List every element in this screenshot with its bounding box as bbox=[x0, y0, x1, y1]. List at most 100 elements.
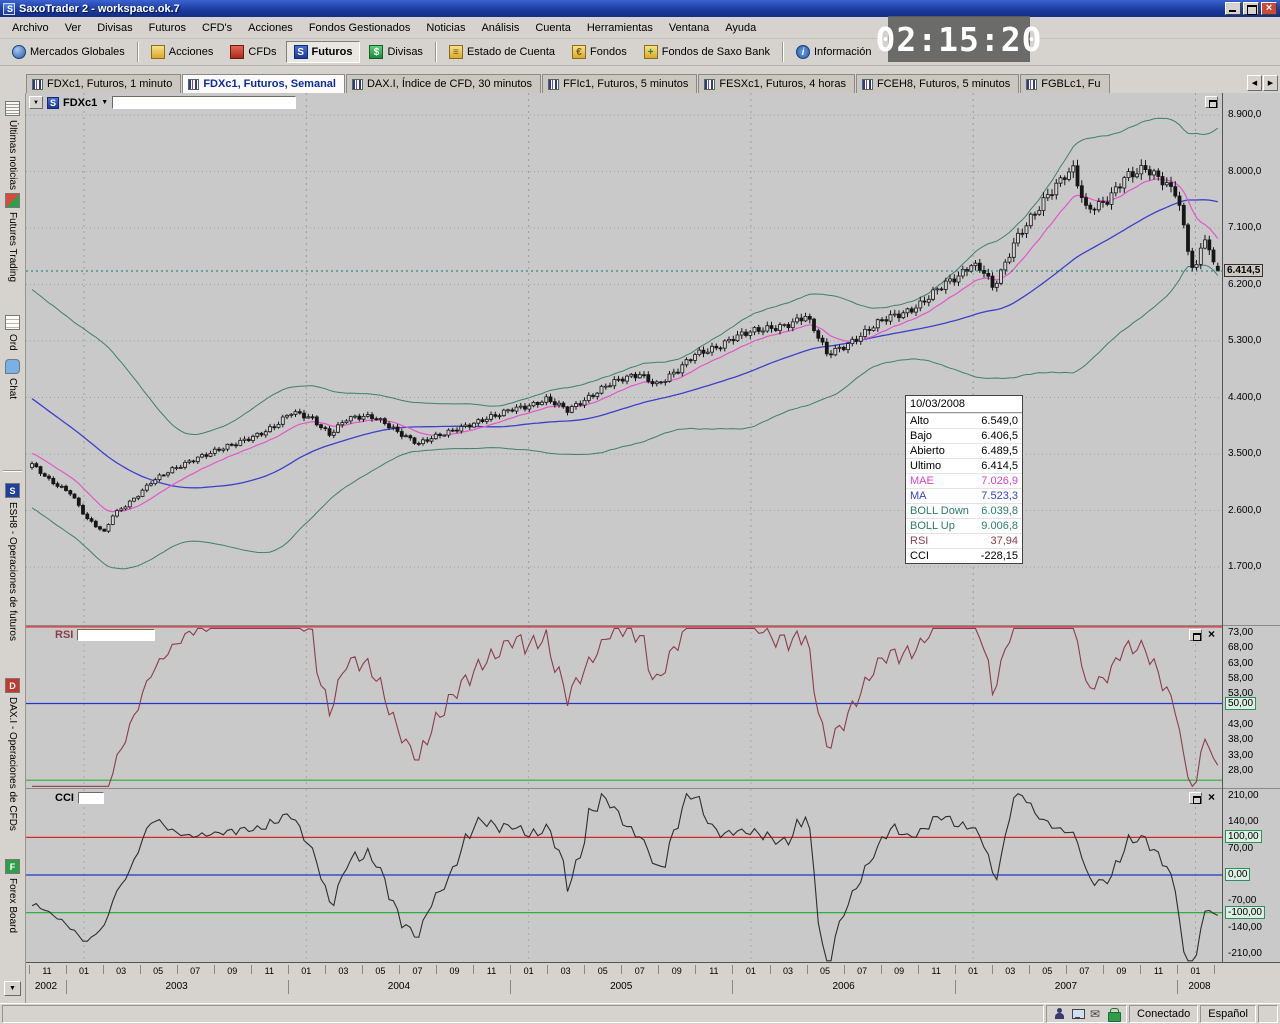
chat-icon bbox=[5, 359, 20, 374]
bottom-strip bbox=[26, 996, 1280, 1003]
menu-item-acciones[interactable]: Acciones bbox=[240, 19, 301, 37]
tab-ffic1-futuros-5-minutos[interactable]: FFIc1, Futuros, 5 minutos bbox=[542, 74, 697, 93]
close-button[interactable] bbox=[1261, 2, 1277, 15]
sidebar-item-ltimas-noticias[interactable]: Últimas noticias bbox=[0, 101, 25, 190]
tab-scroll-right-icon[interactable] bbox=[1263, 75, 1278, 91]
month-tick bbox=[66, 965, 67, 974]
toolbar-button-informaci-n[interactable]: Información bbox=[788, 41, 879, 63]
year-label: 2008 bbox=[1180, 981, 1220, 992]
tab-dax-i-ndice-de-cfd-30-minutos[interactable]: DAX.I, Índice de CFD, 30 minutos bbox=[346, 74, 541, 93]
month-tick bbox=[251, 965, 252, 974]
toolbar-button-cfds[interactable]: CFDs bbox=[222, 41, 284, 63]
month-tick bbox=[288, 965, 289, 974]
toolbar-button-acciones[interactable]: Acciones bbox=[143, 41, 222, 63]
menu-item-archivo[interactable]: Archivo bbox=[4, 19, 57, 37]
rsi-axis-label: 28,00 bbox=[1228, 765, 1253, 776]
sidebar-item-esh8-operaciones-de-futuros[interactable]: ESH8 - Operaciones de futuros bbox=[0, 483, 25, 641]
pane-restore-icon[interactable] bbox=[1189, 629, 1202, 641]
tooltip-row: Ultimo6.414,5 bbox=[906, 458, 1022, 473]
sidebar-item-chat[interactable]: Chat bbox=[0, 359, 25, 399]
mae-line bbox=[32, 179, 1218, 512]
menu-item-noticias[interactable]: Noticias bbox=[418, 19, 473, 37]
tab-fesxc1-futuros-4-horas[interactable]: FESXc1, Futuros, 4 horas bbox=[698, 74, 855, 93]
cci-pane-header: CCI bbox=[29, 792, 104, 804]
chart-dropdown-button[interactable] bbox=[29, 96, 43, 109]
month-tick bbox=[140, 965, 141, 974]
toolbar-button-estado-de-cuenta[interactable]: Estado de Cuenta bbox=[441, 41, 563, 63]
pane-close-icon[interactable] bbox=[1205, 792, 1218, 804]
maximize-button[interactable] bbox=[1243, 2, 1259, 15]
cci-chart[interactable] bbox=[26, 789, 1222, 962]
year-gridlines bbox=[84, 93, 1196, 625]
tab-fdxc1-futuros-semanal[interactable]: FDXc1, Futuros, Semanal bbox=[182, 74, 345, 93]
sidebar-scroll-button[interactable] bbox=[4, 981, 21, 996]
tab-fdxc1-futuros-1-minuto[interactable]: FDXc1, Futuros, 1 minuto bbox=[26, 74, 181, 93]
month-tick bbox=[1029, 965, 1030, 974]
pane-restore-icon[interactable] bbox=[1205, 96, 1218, 108]
rsi-pane[interactable]: RSI 73,0068,0063,0058,0053,0050,0043,003… bbox=[26, 625, 1280, 788]
monitor-icon[interactable] bbox=[1072, 1008, 1083, 1020]
month-label: 03 bbox=[557, 966, 575, 976]
menu-item-ventana[interactable]: Ventana bbox=[661, 19, 717, 37]
tooltip-row: Abierto6.489,5 bbox=[906, 443, 1022, 458]
rsi-chart[interactable] bbox=[26, 626, 1222, 788]
month-tick bbox=[436, 965, 437, 974]
toolbar-button-futuros[interactable]: Futuros bbox=[286, 41, 361, 63]
month-label: 01 bbox=[520, 966, 538, 976]
tab-fgblc1-fu[interactable]: FGBLc1, Fu bbox=[1020, 74, 1109, 93]
chart-icon bbox=[548, 79, 559, 90]
month-label: 05 bbox=[594, 966, 612, 976]
menu-item-an-lisis[interactable]: Análisis bbox=[473, 19, 527, 37]
rsi-input[interactable] bbox=[77, 629, 155, 641]
toolbar-button-divisas[interactable]: Divisas bbox=[361, 41, 430, 63]
price-pane-header: FDXc1 bbox=[29, 96, 296, 109]
last-price-label: 6.414,5 bbox=[1224, 264, 1263, 277]
sidebar-item-ord[interactable]: Ord bbox=[0, 315, 25, 351]
sidebar-item-futures-trading[interactable]: Futures Trading bbox=[0, 193, 25, 282]
menu-item-fondos-gestionados[interactable]: Fondos Gestionados bbox=[301, 19, 419, 37]
toolbar-button-mercados-globales[interactable]: Mercados Globales bbox=[4, 41, 133, 63]
pane-close-icon[interactable] bbox=[1205, 629, 1218, 641]
price-axis-label: 4.400,0 bbox=[1228, 392, 1261, 403]
minimize-button[interactable] bbox=[1225, 2, 1241, 15]
menu-item-futuros[interactable]: Futuros bbox=[141, 19, 194, 37]
chart-icon bbox=[862, 79, 873, 90]
user-icon[interactable] bbox=[1054, 1008, 1065, 1020]
chart-symbol-input[interactable] bbox=[112, 96, 296, 109]
month-tick bbox=[399, 965, 400, 974]
menu-item-herramientas[interactable]: Herramientas bbox=[579, 19, 661, 37]
month-label: 09 bbox=[890, 966, 908, 976]
menu-item-ver[interactable]: Ver bbox=[57, 19, 90, 37]
month-label: 03 bbox=[779, 966, 797, 976]
month-label: 05 bbox=[149, 966, 167, 976]
forex-icon bbox=[369, 45, 383, 59]
cci-axis-label: 140,00 bbox=[1228, 816, 1259, 827]
month-label: 11 bbox=[483, 966, 501, 976]
month-label: 07 bbox=[409, 966, 427, 976]
toolbar-button-fondos[interactable]: Fondos bbox=[564, 41, 635, 63]
sidebar-item-forex-board[interactable]: Forex Board bbox=[0, 859, 25, 933]
cci-axis-label: 100,00 bbox=[1225, 830, 1262, 843]
tab-fceh8-futuros-5-minutos[interactable]: FCEH8, Futuros, 5 minutos bbox=[856, 74, 1019, 93]
price-axis-label: 6.200,0 bbox=[1228, 279, 1261, 290]
cci-pane[interactable]: CCI 210,00140,00100,0070,000,00-70,00-10… bbox=[26, 788, 1280, 962]
stocks-icon bbox=[151, 45, 165, 59]
menu-item-divisas[interactable]: Divisas bbox=[89, 19, 140, 37]
language-indicator[interactable]: Español bbox=[1200, 1005, 1256, 1023]
mail-icon[interactable] bbox=[1090, 1008, 1101, 1020]
pane-restore-icon[interactable] bbox=[1189, 792, 1202, 804]
menu-item-ayuda[interactable]: Ayuda bbox=[717, 19, 764, 37]
tab-scroll-left-icon[interactable] bbox=[1247, 75, 1262, 91]
sidebar-item-dax-i-operaciones-de-cfds[interactable]: DAX.I - Operaciones de CFDs bbox=[0, 678, 25, 831]
toolbar-button-fondos-de-saxo-bank[interactable]: Fondos de Saxo Bank bbox=[636, 41, 778, 63]
menu-item-cfd-s[interactable]: CFD's bbox=[194, 19, 240, 37]
tab-label: FESXc1, Futuros, 4 horas bbox=[719, 78, 846, 90]
price-chart[interactable] bbox=[26, 93, 1222, 625]
symbol-label[interactable]: FDXc1 bbox=[63, 97, 97, 109]
year-separator bbox=[1177, 980, 1178, 994]
chart-icon bbox=[32, 79, 43, 90]
cci-input[interactable] bbox=[78, 792, 104, 804]
menu-item-cuenta[interactable]: Cuenta bbox=[527, 19, 578, 37]
month-label: 03 bbox=[112, 966, 130, 976]
price-pane[interactable]: FDXc1 6.414,5 10/03/2008 Alto6.549,0Bajo… bbox=[26, 93, 1280, 625]
